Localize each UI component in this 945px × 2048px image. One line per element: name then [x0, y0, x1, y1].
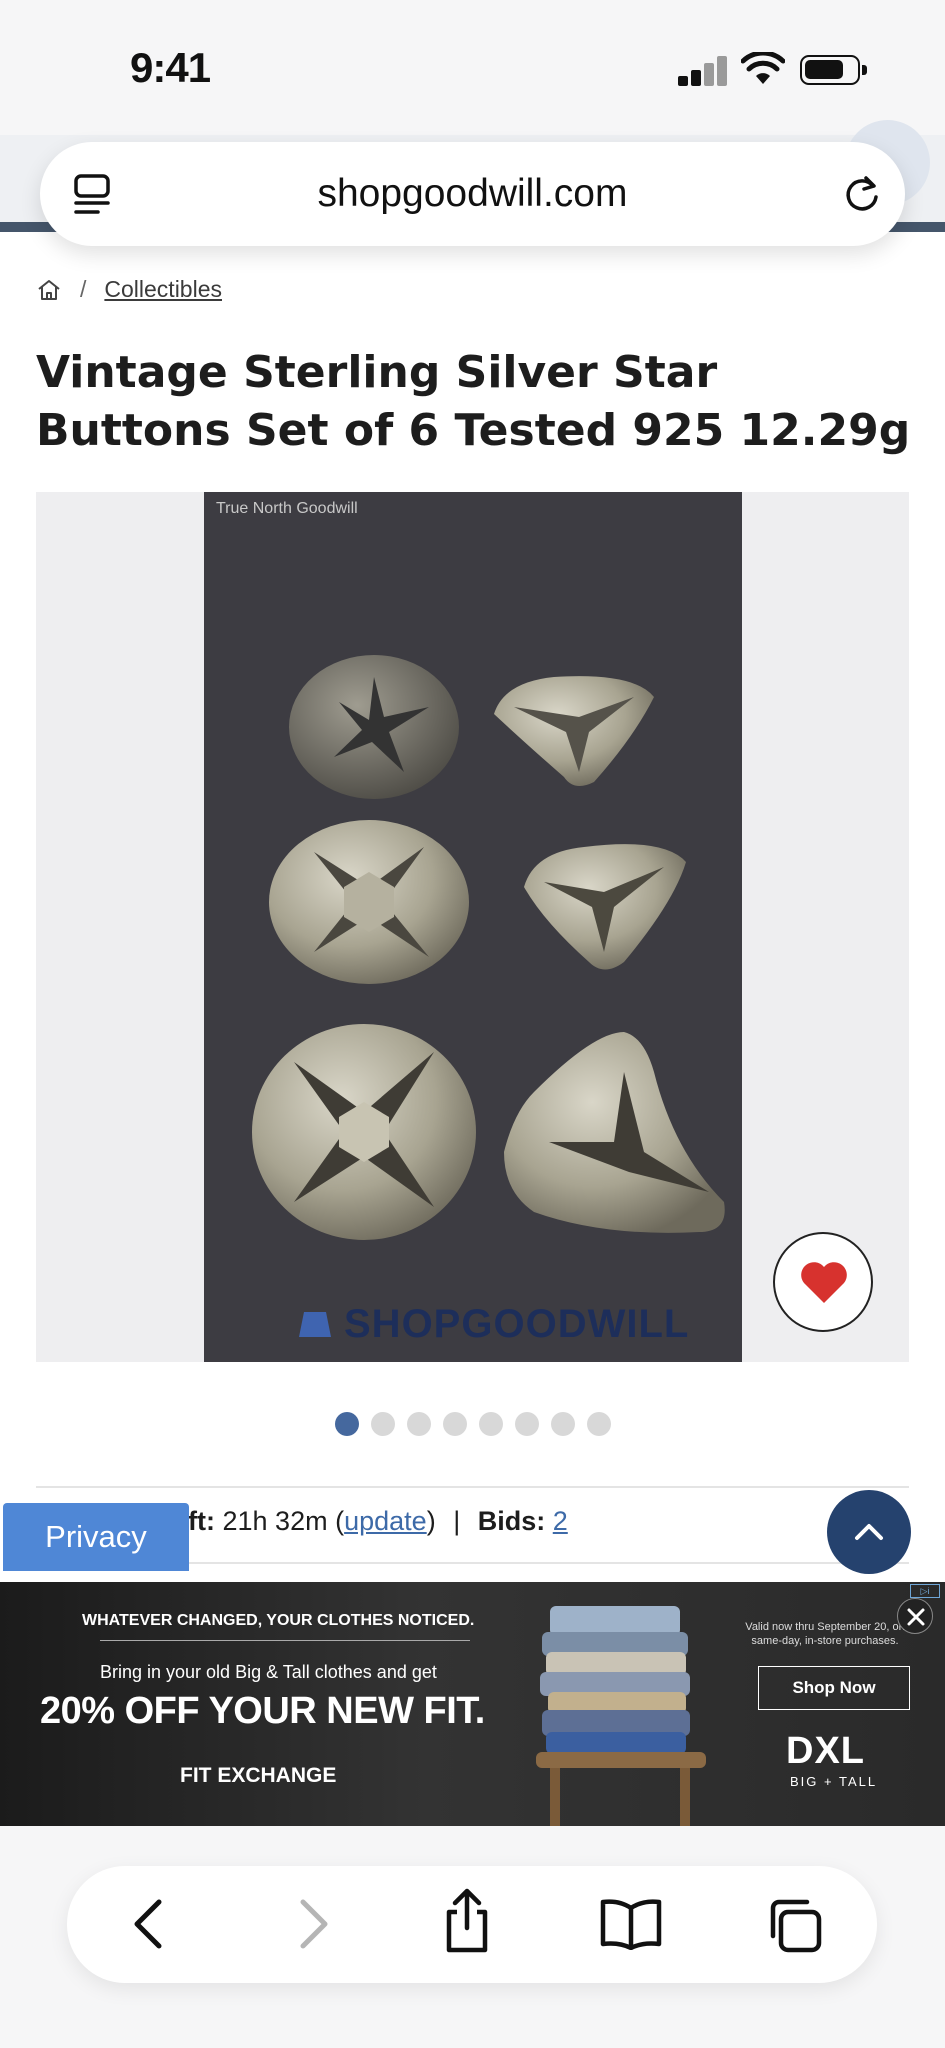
pagination-dot-8[interactable] [587, 1412, 611, 1436]
ad-tagline: WHATEVER CHANGED, YOUR CLOTHES NOTICED. [82, 1612, 475, 1629]
paren-open: ( [335, 1506, 345, 1536]
wifi-icon [741, 52, 785, 84]
share-icon[interactable] [439, 1888, 495, 1954]
button-middle-left [269, 820, 469, 984]
shopgoodwill-watermark: SHOPGOODWILL [344, 1302, 690, 1346]
status-bar: 9:41 [0, 0, 945, 135]
ad-shop-now-button[interactable]: Shop Now [758, 1666, 910, 1710]
ad-headline: 20% OFF YOUR NEW FIT. [40, 1690, 485, 1732]
time-left-label: ft: [188, 1506, 215, 1536]
photo-caption: True North Goodwill [216, 500, 358, 517]
pagination-dot-7[interactable] [551, 1412, 575, 1436]
reload-icon[interactable] [839, 172, 885, 218]
ad-program-logo: FIT EXCHANGE [180, 1764, 337, 1787]
button-bottom-left [252, 1024, 476, 1240]
time-left-value: 21h 32m [222, 1506, 328, 1536]
url-text[interactable]: shopgoodwill.com [40, 172, 905, 216]
breadcrumb-collectibles-link[interactable]: Collectibles [104, 276, 222, 303]
ad-divider [100, 1640, 470, 1641]
ad-terms: Valid now thru September 20, on same-day… [745, 1621, 905, 1647]
item-photo[interactable]: True North Goodwill SHOPGOODWILL [204, 492, 742, 1362]
image-pagination [335, 1412, 611, 1436]
status-time: 9:41 [130, 44, 211, 91]
chevron-up-icon [855, 1524, 883, 1540]
page-content: / Collectibles Vintage Sterling Silver S… [0, 232, 945, 1582]
privacy-button[interactable]: Privacy [3, 1503, 189, 1571]
tabs-icon[interactable] [765, 1896, 823, 1954]
clothes-stack-image [536, 1606, 706, 1826]
breadcrumb-separator: / [80, 276, 87, 302]
home-icon[interactable] [36, 278, 62, 302]
scroll-to-top-button[interactable] [827, 1490, 911, 1574]
bids-count-link[interactable]: 2 [553, 1506, 568, 1536]
auction-status: ft: 21h 32m (update) | Bids: 2 [188, 1506, 568, 1537]
forward-icon[interactable] [287, 1894, 337, 1954]
ad-offer-text: Bring in your old Big & Tall clothes and… [100, 1662, 437, 1682]
ad-brand-logo: DXL [786, 1730, 865, 1772]
ad-close-button[interactable] [897, 1598, 933, 1634]
address-bar[interactable]: shopgoodwill.com [40, 142, 905, 246]
browser-toolbar [67, 1866, 877, 1983]
section-divider [36, 1486, 909, 1488]
pagination-dot-3[interactable] [407, 1412, 431, 1436]
battery-icon [800, 55, 867, 85]
cellular-signal-icon [678, 54, 727, 86]
close-icon [907, 1608, 925, 1626]
pagination-dot-2[interactable] [371, 1412, 395, 1436]
separator: | [453, 1506, 461, 1536]
image-gallery[interactable]: True North Goodwill SHOPGOODWILL [36, 492, 909, 1362]
bids-label: Bids: [477, 1506, 546, 1536]
pagination-dot-6[interactable] [515, 1412, 539, 1436]
pagination-dot-4[interactable] [443, 1412, 467, 1436]
heart-icon [801, 1262, 847, 1303]
ad-banner[interactable]: WHATEVER CHANGED, YOUR CLOTHES NOTICED. … [0, 1582, 945, 1826]
watermark-bag-icon [299, 1312, 331, 1337]
update-link[interactable]: update [344, 1506, 427, 1536]
browser-bottom-area [0, 1826, 945, 2048]
item-title: Vintage Sterling Silver Star Buttons Set… [36, 347, 911, 456]
pagination-dot-5[interactable] [479, 1412, 503, 1436]
adchoices-icon[interactable]: ▷i [910, 1584, 940, 1598]
paren-close: ) [426, 1506, 436, 1536]
breadcrumb: / Collectibles [36, 276, 222, 303]
button-top-left [289, 655, 459, 799]
pagination-dot-1[interactable] [335, 1412, 359, 1436]
photo-background [204, 492, 742, 1362]
favorite-button[interactable] [773, 1232, 873, 1332]
ad-brand-subtitle: BIG + TALL [790, 1774, 878, 1789]
bookmarks-icon[interactable] [599, 1898, 663, 1950]
back-icon[interactable] [125, 1894, 175, 1954]
